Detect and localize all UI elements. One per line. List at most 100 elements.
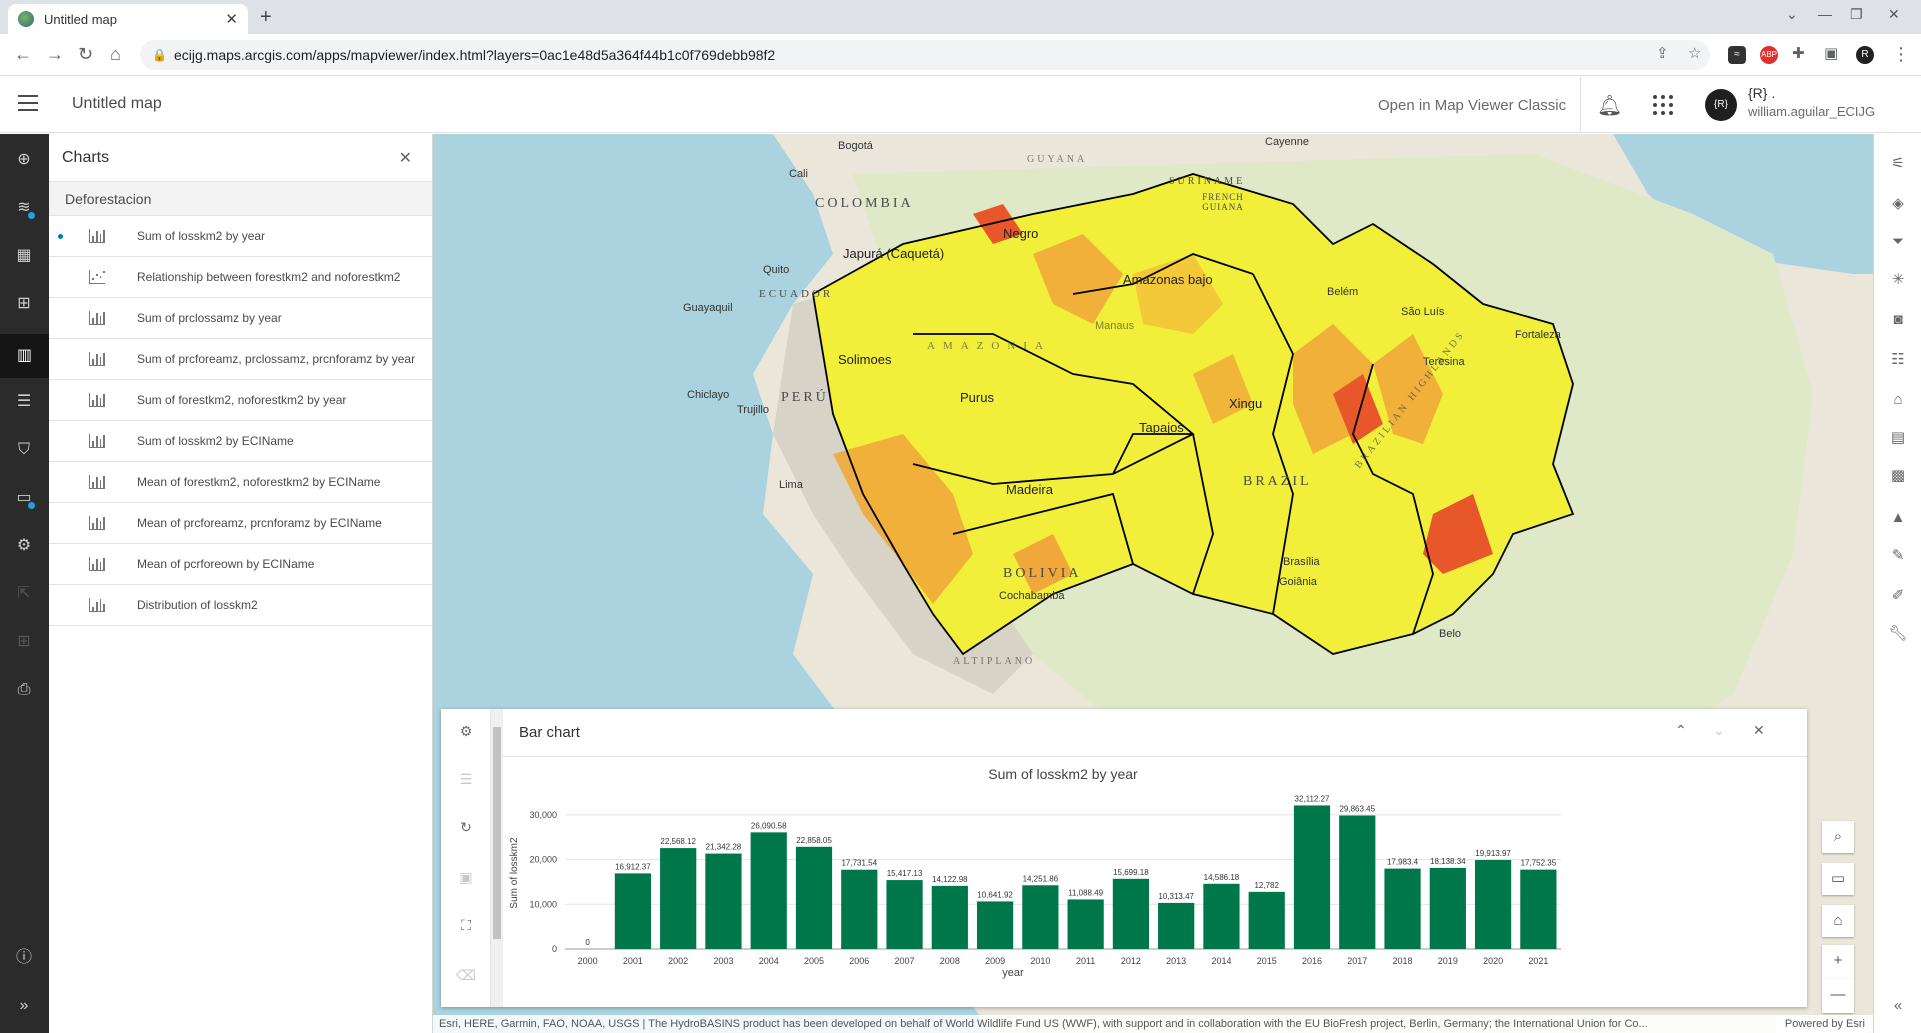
map-label-guayaquil: Guayaquil bbox=[683, 302, 733, 314]
x-tick-label: 2003 bbox=[713, 956, 733, 966]
effects-icon[interactable]: ✳ bbox=[1888, 270, 1908, 290]
bar-value-label: 11,088.49 bbox=[1068, 888, 1104, 897]
chart-list-item[interactable]: Sum of forestkm2, noforestkm2 by year bbox=[49, 380, 432, 421]
tab-search-icon[interactable]: ⌄ bbox=[1786, 6, 1798, 23]
extension-icon[interactable]: ≈ bbox=[1728, 46, 1746, 64]
url-field[interactable]: 🔒 ecijg.maps.arcgis.com/apps/mapviewer/i… bbox=[140, 40, 1710, 70]
chart-list-item-label: Sum of losskm2 by year bbox=[137, 229, 266, 243]
close-tab-icon[interactable]: ✕ bbox=[225, 10, 238, 28]
minimize-icon[interactable]: — bbox=[1818, 6, 1832, 22]
bar-value-label: 17,752.35 bbox=[1521, 859, 1557, 868]
powered-by-esri-link[interactable]: Powered by Esri bbox=[1776, 1015, 1865, 1033]
zoom-out-icon[interactable]: — bbox=[1822, 979, 1854, 1013]
map-label-peru: PERÚ bbox=[781, 390, 829, 405]
bar-value-label: 29,863.45 bbox=[1339, 804, 1375, 813]
bar bbox=[705, 853, 742, 949]
new-tab-icon[interactable]: + bbox=[260, 6, 272, 29]
styles-icon[interactable]: ◈ bbox=[1888, 194, 1908, 214]
chart-toolbar-scrollbar[interactable] bbox=[491, 709, 503, 1007]
adblock-icon[interactable]: ABP bbox=[1760, 46, 1778, 64]
chart-list-item[interactable]: Mean of prcforeamz, prcnforamz by ECINam… bbox=[49, 503, 432, 544]
bar-chart-icon bbox=[89, 516, 105, 530]
map-title[interactable]: Untitled map bbox=[72, 95, 162, 113]
browser-menu-icon[interactable]: ⋮ bbox=[1892, 44, 1910, 65]
bar-chart-icon bbox=[89, 311, 105, 325]
expand-icon[interactable]: » bbox=[12, 994, 36, 1018]
chart-list-item[interactable]: Mean of forestkm2, noforestkm2 by ECINam… bbox=[49, 462, 432, 503]
popups-icon[interactable]: ◙ bbox=[1888, 310, 1908, 330]
sketch-icon[interactable]: ✎ bbox=[1888, 546, 1908, 566]
close-icon[interactable]: ✕ bbox=[399, 148, 412, 168]
close-window-icon[interactable]: ✕ bbox=[1888, 6, 1900, 23]
forward-icon[interactable]: → bbox=[46, 44, 64, 65]
filter-icon[interactable]: ⏷ bbox=[1888, 232, 1908, 252]
restore-icon[interactable]: ❐ bbox=[1850, 6, 1863, 23]
map-label-cochabamba: Cochabamba bbox=[999, 590, 1065, 602]
analysis-wrench-icon[interactable]: 🔧︎ bbox=[1888, 624, 1908, 644]
chart-image-icon: ▣ bbox=[459, 869, 473, 885]
home-extent-icon[interactable]: ⌂ bbox=[1822, 905, 1854, 937]
header-divider bbox=[1580, 77, 1581, 133]
chart-area[interactable]: Sum of losskm2 by year 0 10,000 20,000 30,00… bbox=[503, 757, 1807, 1007]
chevron-up-double-icon[interactable]: ⌃ bbox=[1675, 722, 1687, 739]
chart-list-item[interactable]: Sum of losskm2 by ECIName bbox=[49, 421, 432, 462]
map-label-chiclayo: Chiclayo bbox=[687, 389, 730, 401]
search-icon[interactable]: ⌕ bbox=[1822, 821, 1854, 853]
chart-refresh-icon[interactable]: ↻ bbox=[456, 817, 476, 837]
basemap-icon[interactable]: ⊞ bbox=[12, 292, 36, 316]
bookmark-star-icon[interactable]: ☆ bbox=[1688, 44, 1701, 62]
bookmarks-icon[interactable]: ⛉ bbox=[12, 438, 36, 462]
home-icon[interactable]: ⌂ bbox=[110, 44, 121, 65]
forms-icon[interactable]: ▤ bbox=[1888, 428, 1908, 448]
menu-icon[interactable] bbox=[18, 95, 38, 111]
table-icon[interactable]: ▦ bbox=[12, 244, 36, 268]
info-icon[interactable]: ⓘ bbox=[12, 946, 36, 970]
close-chart-icon[interactable]: ✕ bbox=[1753, 722, 1765, 739]
bar-value-label: 14,586.18 bbox=[1204, 873, 1240, 882]
chart-list-item[interactable]: Mean of pcrforeown by ECIName bbox=[49, 544, 432, 585]
avatar[interactable]: {R} bbox=[1705, 89, 1737, 121]
chart-list-item[interactable]: Sum of losskm2 by year bbox=[49, 216, 432, 257]
browser-tab[interactable]: Untitled map ✕ bbox=[8, 4, 248, 34]
chart-list-item[interactable]: Sum of prclossamz by year bbox=[49, 298, 432, 339]
chart-panel-header: Bar chart ⌃ ⌄ ✕ bbox=[503, 709, 1807, 757]
open-classic-link[interactable]: Open in Map Viewer Classic bbox=[1378, 97, 1566, 114]
zoom-in-icon[interactable]: + bbox=[1822, 945, 1854, 979]
fields-icon[interactable]: ☷ bbox=[1888, 350, 1908, 370]
extensions-puzzle-icon[interactable]: ✚ bbox=[1792, 44, 1805, 62]
app-launcher-icon[interactable] bbox=[1653, 95, 1673, 115]
labels-icon[interactable]: ⌂ bbox=[1888, 390, 1908, 410]
sidepanel-icon[interactable]: ▣ bbox=[1824, 44, 1838, 62]
chart-selection-icon[interactable]: ⛶ bbox=[456, 915, 476, 935]
notifications-bell-icon[interactable]: 🔔︎ bbox=[1597, 93, 1622, 118]
print-icon[interactable]: ⎙ bbox=[12, 678, 36, 702]
bar-value-label: 18,138.34 bbox=[1430, 857, 1466, 866]
settings-icon[interactable]: ⚙ bbox=[12, 534, 36, 558]
charts-icon[interactable]: ▥ bbox=[0, 334, 49, 378]
chart-list-item[interactable]: Relationship between forestkm2 and nofor… bbox=[49, 257, 432, 298]
user-id[interactable]: william.aguilar_ECIJG bbox=[1748, 104, 1875, 119]
profile-icon[interactable]: R bbox=[1856, 46, 1874, 64]
reload-icon[interactable]: ↻ bbox=[78, 44, 93, 65]
add-icon[interactable]: ⊕ bbox=[12, 148, 36, 172]
legend-icon[interactable]: ☰ bbox=[12, 390, 36, 414]
bar bbox=[1474, 859, 1512, 949]
aggregation-icon[interactable]: ▩ bbox=[1888, 466, 1908, 486]
bar-value-label: 22,858.05 bbox=[796, 836, 832, 845]
edit-icon[interactable]: ✐ bbox=[1888, 586, 1908, 606]
properties-sliders-icon[interactable]: ⚟ bbox=[1888, 154, 1908, 174]
share-icon[interactable]: ⇪ bbox=[1656, 44, 1669, 62]
properties-indicator-dot bbox=[28, 502, 35, 509]
measurement-icon[interactable]: ▲ bbox=[1888, 508, 1908, 528]
chart-list-item[interactable]: Sum of prcforeamz, prclossamz, prcnforam… bbox=[49, 339, 432, 380]
x-tick-label: 2006 bbox=[849, 956, 869, 966]
collapse-icon[interactable]: « bbox=[1888, 996, 1908, 1016]
chart-settings-icon[interactable]: ⚙ bbox=[456, 721, 476, 741]
chart-list-item-label: Sum of forestkm2, noforestkm2 by year bbox=[137, 393, 347, 407]
map-label-sao-luis: São Luís bbox=[1401, 306, 1445, 318]
back-icon[interactable]: ← bbox=[14, 44, 32, 65]
x-tick-label: 2005 bbox=[804, 956, 824, 966]
chart-list-item[interactable]: Distribution of losskm2 bbox=[49, 585, 432, 626]
user-display-name[interactable]: {R} . bbox=[1748, 85, 1775, 101]
screen-icon[interactable]: ▭ bbox=[1822, 863, 1854, 895]
